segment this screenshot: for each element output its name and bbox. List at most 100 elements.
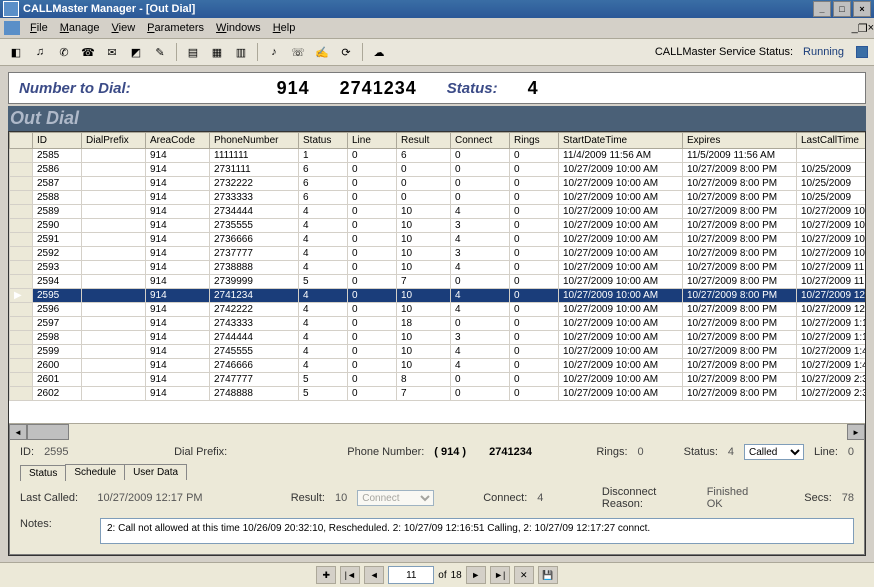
cell-pref[interactable] xyxy=(82,233,146,247)
cell-conn[interactable]: 3 xyxy=(451,219,510,233)
col-result[interactable]: Result xyxy=(397,133,451,149)
col-status[interactable]: Status xyxy=(299,133,348,149)
cell-conn[interactable]: 4 xyxy=(451,345,510,359)
cell-start[interactable]: 10/27/2009 10:00 AM xyxy=(559,261,683,275)
cell-line[interactable]: 0 xyxy=(348,289,397,303)
table-row[interactable]: 2590914273555540103010/27/2009 10:00 AM1… xyxy=(10,219,866,233)
cell-res[interactable]: 7 xyxy=(397,387,451,401)
cell-line[interactable]: 0 xyxy=(348,359,397,373)
cell-area[interactable]: 914 xyxy=(146,261,210,275)
cell-res[interactable]: 10 xyxy=(397,359,451,373)
cell-exp[interactable]: 10/27/2009 8:00 PM xyxy=(683,219,797,233)
table-row[interactable]: 2591914273666640104010/27/2009 10:00 AM1… xyxy=(10,233,866,247)
col-lastcalltime[interactable]: LastCallTime xyxy=(797,133,866,149)
cell-line[interactable]: 0 xyxy=(348,275,397,289)
cell-ring[interactable]: 0 xyxy=(510,303,559,317)
cell-area[interactable]: 914 xyxy=(146,219,210,233)
cell-pref[interactable] xyxy=(82,191,146,205)
horizontal-scrollbar[interactable]: ◄ ► xyxy=(9,423,865,440)
cell-res[interactable]: 18 xyxy=(397,317,451,331)
table-row[interactable]: 2597914274333340180010/27/2009 10:00 AM1… xyxy=(10,317,866,331)
cell-pref[interactable] xyxy=(82,345,146,359)
cell-phone[interactable]: 2747777 xyxy=(210,373,299,387)
cell-conn[interactable]: 3 xyxy=(451,331,510,345)
tool-icon-8[interactable]: ▤ xyxy=(183,42,203,62)
cell-stat[interactable]: 4 xyxy=(299,317,348,331)
cell-line[interactable]: 0 xyxy=(348,317,397,331)
cell-conn[interactable]: 4 xyxy=(451,359,510,373)
tool-icon-14[interactable]: ⟳ xyxy=(336,42,356,62)
cell-pref[interactable] xyxy=(82,317,146,331)
cell-stat[interactable]: 6 xyxy=(299,163,348,177)
cell-last[interactable]: 10/25/2009 xyxy=(797,191,866,205)
cell-last[interactable]: 10/27/2009 1:47 PM xyxy=(797,345,866,359)
cell-exp[interactable]: 10/27/2009 8:00 PM xyxy=(683,247,797,261)
tab-userdata[interactable]: User Data xyxy=(124,464,187,480)
cell-ring[interactable]: 0 xyxy=(510,359,559,373)
cell-stat[interactable]: 4 xyxy=(299,289,348,303)
cell-line[interactable]: 0 xyxy=(348,149,397,163)
table-row[interactable]: 2599914274555540104010/27/2009 10:00 AM1… xyxy=(10,345,866,359)
cell-start[interactable]: 10/27/2009 10:00 AM xyxy=(559,373,683,387)
cell-res[interactable]: 0 xyxy=(397,177,451,191)
cell-ring[interactable]: 0 xyxy=(510,331,559,345)
cell-last[interactable]: 10/27/2009 10:07 AM xyxy=(797,205,866,219)
tool-icon-7[interactable]: ✎ xyxy=(150,42,170,62)
nav-first[interactable]: |◄ xyxy=(340,566,360,584)
mdi-close[interactable]: × xyxy=(868,22,874,34)
tool-icon-9[interactable]: ▦ xyxy=(207,42,227,62)
cell-area[interactable]: 914 xyxy=(146,149,210,163)
cell-res[interactable]: 0 xyxy=(397,191,451,205)
cell-start[interactable]: 10/27/2009 10:00 AM xyxy=(559,303,683,317)
cell-stat[interactable]: 4 xyxy=(299,205,348,219)
grid-scroll[interactable]: IDDialPrefixAreaCodePhoneNumberStatusLin… xyxy=(9,132,865,423)
nav-new[interactable]: ✚ xyxy=(316,566,336,584)
cell-last[interactable]: 10/25/2009 xyxy=(797,163,866,177)
cell-phone[interactable]: 2745555 xyxy=(210,345,299,359)
cell-area[interactable]: 914 xyxy=(146,373,210,387)
cell-res[interactable]: 10 xyxy=(397,233,451,247)
cell-exp[interactable]: 10/27/2009 8:00 PM xyxy=(683,331,797,345)
cell-conn[interactable]: 4 xyxy=(451,205,510,219)
cell-conn[interactable]: 0 xyxy=(451,317,510,331)
cell-stat[interactable]: 4 xyxy=(299,331,348,345)
cell-pref[interactable] xyxy=(82,205,146,219)
cell-id[interactable]: 2586 xyxy=(33,163,82,177)
cell-last[interactable]: 10/27/2009 12:30 PM xyxy=(797,303,866,317)
row-selector[interactable] xyxy=(10,191,33,205)
col-rings[interactable]: Rings xyxy=(510,133,559,149)
cell-last[interactable]: 10/27/2009 2:38 PM xyxy=(797,387,866,401)
cell-id[interactable]: 2597 xyxy=(33,317,82,331)
row-selector[interactable] xyxy=(10,303,33,317)
cell-last[interactable]: 10/27/2009 12:17 PM xyxy=(797,289,866,303)
cell-id[interactable]: 2588 xyxy=(33,191,82,205)
cell-area[interactable]: 914 xyxy=(146,191,210,205)
col-phonenumber[interactable]: PhoneNumber xyxy=(210,133,299,149)
cell-pref[interactable] xyxy=(82,219,146,233)
col-expires[interactable]: Expires xyxy=(683,133,797,149)
cell-pref[interactable] xyxy=(82,261,146,275)
cell-exp[interactable]: 10/27/2009 8:00 PM xyxy=(683,387,797,401)
cell-line[interactable]: 0 xyxy=(348,177,397,191)
cell-phone[interactable]: 1111111 xyxy=(210,149,299,163)
cell-res[interactable]: 10 xyxy=(397,247,451,261)
cell-exp[interactable]: 10/27/2009 8:00 PM xyxy=(683,191,797,205)
cell-exp[interactable]: 10/27/2009 8:00 PM xyxy=(683,275,797,289)
cell-last[interactable]: 10/27/2009 11:40 AM xyxy=(797,275,866,289)
cell-ring[interactable]: 0 xyxy=(510,149,559,163)
cell-stat[interactable]: 4 xyxy=(299,359,348,373)
cell-ring[interactable]: 0 xyxy=(510,275,559,289)
tool-icon-1[interactable]: ◧ xyxy=(6,42,26,62)
cell-res[interactable]: 10 xyxy=(397,345,451,359)
cell-conn[interactable]: 0 xyxy=(451,387,510,401)
menu-file[interactable]: File xyxy=(26,20,56,36)
cell-conn[interactable]: 3 xyxy=(451,247,510,261)
cell-id[interactable]: 2600 xyxy=(33,359,82,373)
cell-phone[interactable]: 2736666 xyxy=(210,233,299,247)
cell-last[interactable]: 10/27/2009 1:10 PM xyxy=(797,317,866,331)
cell-area[interactable]: 914 xyxy=(146,177,210,191)
cell-ring[interactable]: 0 xyxy=(510,205,559,219)
cell-start[interactable]: 10/27/2009 10:00 AM xyxy=(559,219,683,233)
row-selector[interactable] xyxy=(10,317,33,331)
cell-id[interactable]: 2595 xyxy=(33,289,82,303)
